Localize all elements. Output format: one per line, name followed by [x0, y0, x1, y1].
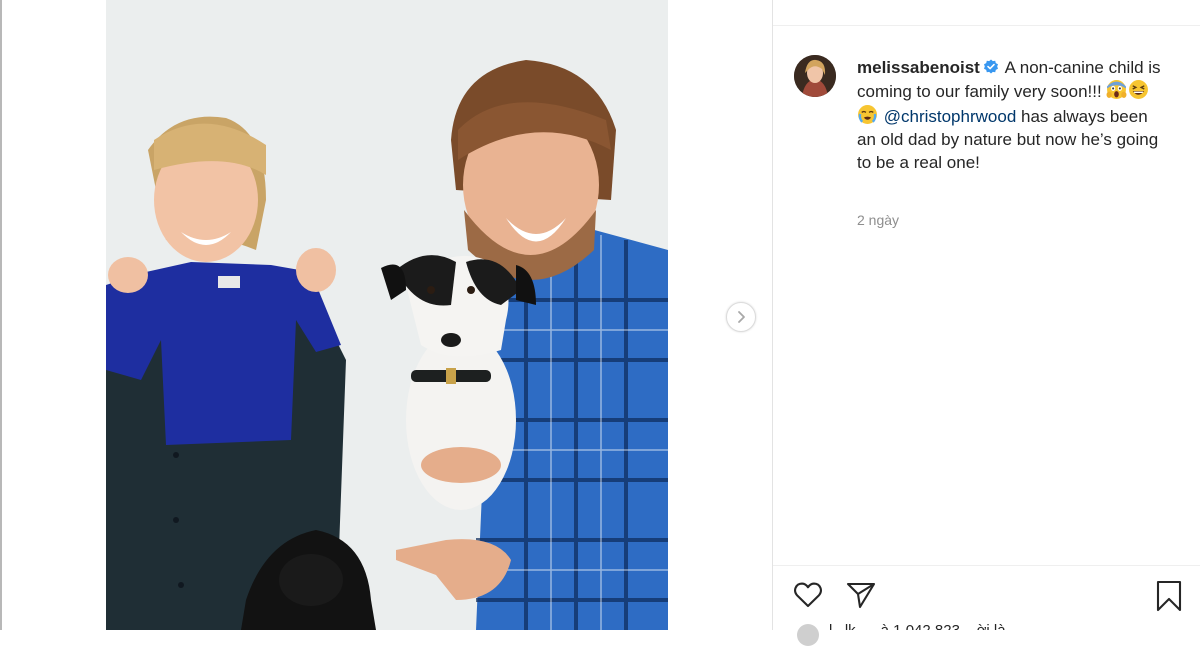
- mention-link[interactable]: @christophrwood: [884, 107, 1017, 126]
- next-slide-button[interactable]: [726, 302, 756, 332]
- window-left-border: [0, 0, 2, 630]
- liked-by-avatar[interactable]: [797, 624, 819, 646]
- avatar-image: [794, 55, 836, 97]
- crying-emoji: [858, 104, 877, 124]
- avatar[interactable]: [794, 55, 836, 97]
- post-details-panel: melissabenoist A non-canine child is com…: [772, 0, 1200, 646]
- bookmark-icon[interactable]: [1155, 580, 1183, 612]
- heart-icon[interactable]: [793, 581, 823, 609]
- post-photo[interactable]: [106, 0, 668, 630]
- actions-divider: [773, 565, 1200, 566]
- header-divider: [773, 25, 1200, 26]
- paper-plane-icon[interactable]: [846, 581, 876, 609]
- post-caption: melissabenoist A non-canine child is com…: [857, 56, 1167, 174]
- grinning-squinting-emoji: [1129, 80, 1149, 100]
- verified-badge-icon: [983, 59, 998, 74]
- likes-summary[interactable]: l...lk......à 1.042.823 ...ờị là...: [829, 622, 1018, 630]
- chevron-right-icon: [738, 311, 745, 323]
- caption-username-link[interactable]: melissabenoist: [857, 58, 980, 77]
- face-screaming-emoji: [1106, 80, 1127, 100]
- post-timestamp[interactable]: 2 ngày: [857, 212, 899, 228]
- post-photo-illustration: [106, 0, 668, 630]
